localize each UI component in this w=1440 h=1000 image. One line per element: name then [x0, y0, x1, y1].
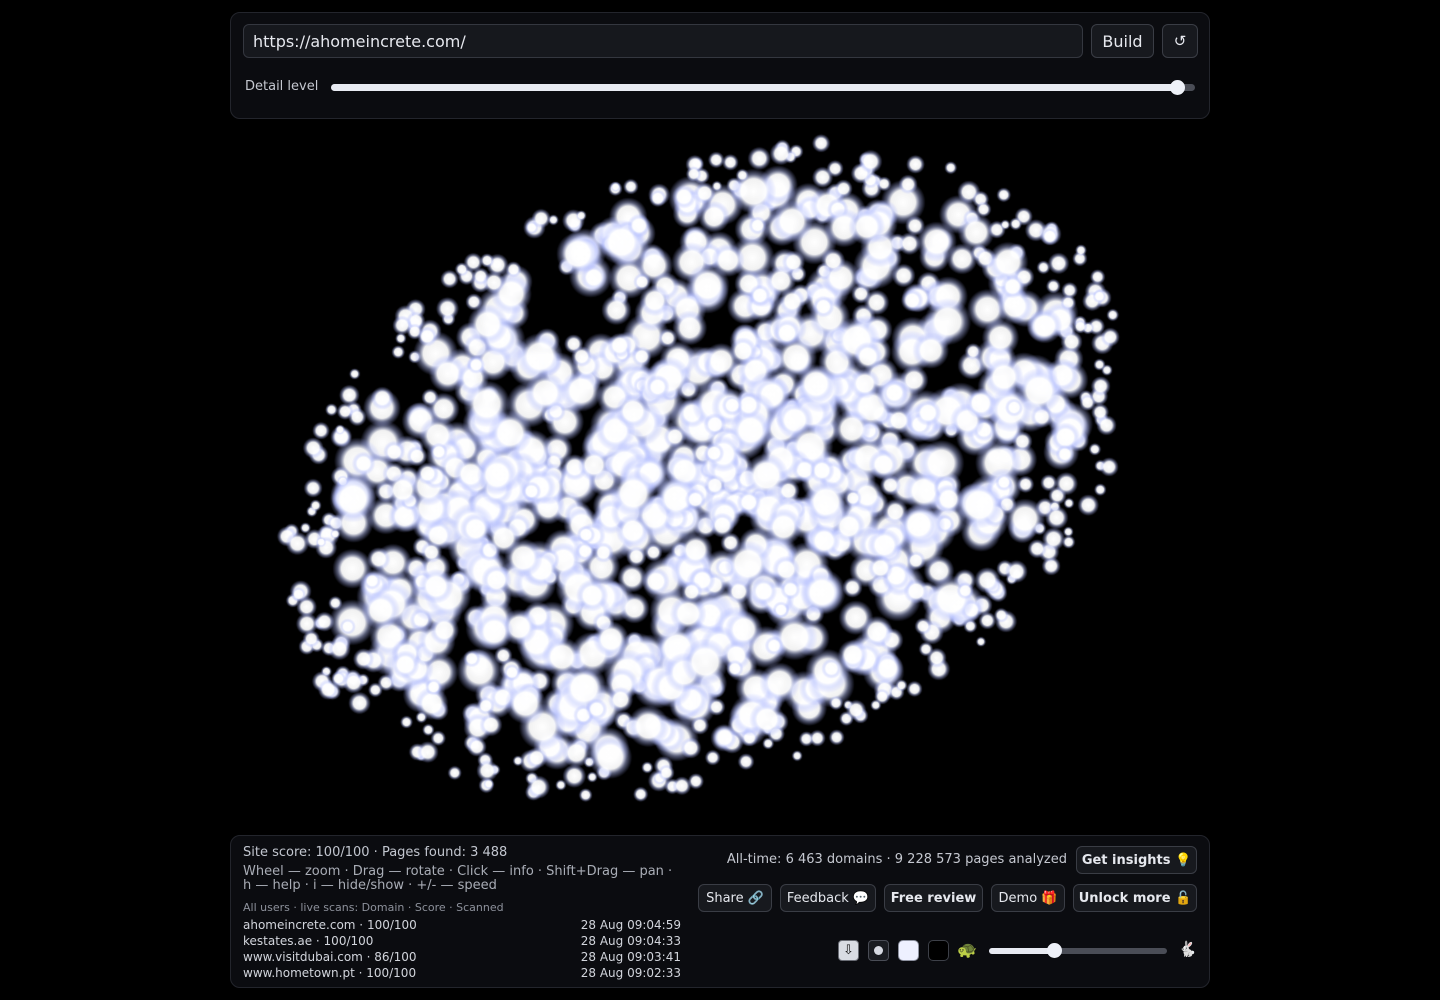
speed-slider[interactable]	[989, 948, 1167, 954]
get-insights-button[interactable]: Get insights 💡	[1076, 846, 1197, 874]
speed-fill	[989, 948, 1055, 954]
detail-level-label: Detail level	[245, 79, 319, 94]
rabbit-icon: 🐇	[1178, 940, 1197, 958]
feedback-button[interactable]: Feedback 💬	[780, 884, 876, 912]
scan-time: 28 Aug 09:02:33	[580, 966, 681, 980]
live-scans-list: ahomeincrete.com · 100/100 28 Aug 09:04:…	[243, 917, 681, 981]
detail-level-slider[interactable]	[331, 84, 1195, 91]
free-review-button[interactable]: Free review	[884, 884, 983, 912]
scan-domain: ahomeincrete.com · 100/100	[243, 918, 417, 932]
scan-time: 28 Aug 09:04:59	[580, 918, 681, 932]
scan-time: 28 Aug 09:04:33	[580, 934, 681, 948]
share-button[interactable]: Share 🔗	[698, 884, 772, 912]
scan-domain: www.hometown.pt · 100/100	[243, 966, 417, 980]
site-score-text: Site score: 100/100 · Pages found: 3 488	[243, 845, 508, 860]
live-scans-header: All users · live scans: Domain · Score ·…	[243, 901, 504, 914]
reset-button[interactable]: ↺	[1162, 24, 1198, 58]
unlock-more-button[interactable]: Unlock more 🔓	[1073, 884, 1197, 912]
demo-button[interactable]: Demo 🎁	[991, 884, 1065, 912]
scan-row[interactable]: www.hometown.pt · 100/100 28 Aug 09:02:3…	[243, 965, 681, 981]
dark-theme-swatch[interactable]	[928, 940, 949, 961]
scan-row[interactable]: ahomeincrete.com · 100/100 28 Aug 09:04:…	[243, 917, 681, 933]
scan-domain: kestates.ae · 100/100	[243, 934, 374, 948]
all-time-stats: All-time: 6 463 domains · 9 228 573 page…	[726, 852, 1067, 867]
scan-time: 28 Aug 09:03:41	[580, 950, 681, 964]
scan-domain: www.visitdubai.com · 86/100	[243, 950, 417, 964]
point-style-toggle[interactable]	[868, 940, 889, 961]
help-text: Wheel — zoom · Drag — rotate · Click — i…	[243, 864, 673, 893]
top-control-panel: Build ↺ Detail level	[230, 12, 1210, 119]
speed-thumb[interactable]	[1046, 943, 1062, 958]
download-icon[interactable]: ⇩	[838, 940, 859, 961]
light-theme-swatch[interactable]	[898, 940, 919, 961]
detail-level-thumb[interactable]	[1169, 80, 1185, 95]
scan-row[interactable]: kestates.ae · 100/100 28 Aug 09:04:33	[243, 933, 681, 949]
detail-level-fill	[331, 84, 1178, 91]
scan-row[interactable]: www.visitdubai.com · 86/100 28 Aug 09:03…	[243, 949, 681, 965]
turtle-icon: 🐢	[957, 940, 977, 959]
bottom-info-panel: Site score: 100/100 · Pages found: 3 488…	[230, 835, 1210, 988]
build-button[interactable]: Build	[1091, 24, 1154, 58]
url-input[interactable]	[243, 24, 1083, 58]
